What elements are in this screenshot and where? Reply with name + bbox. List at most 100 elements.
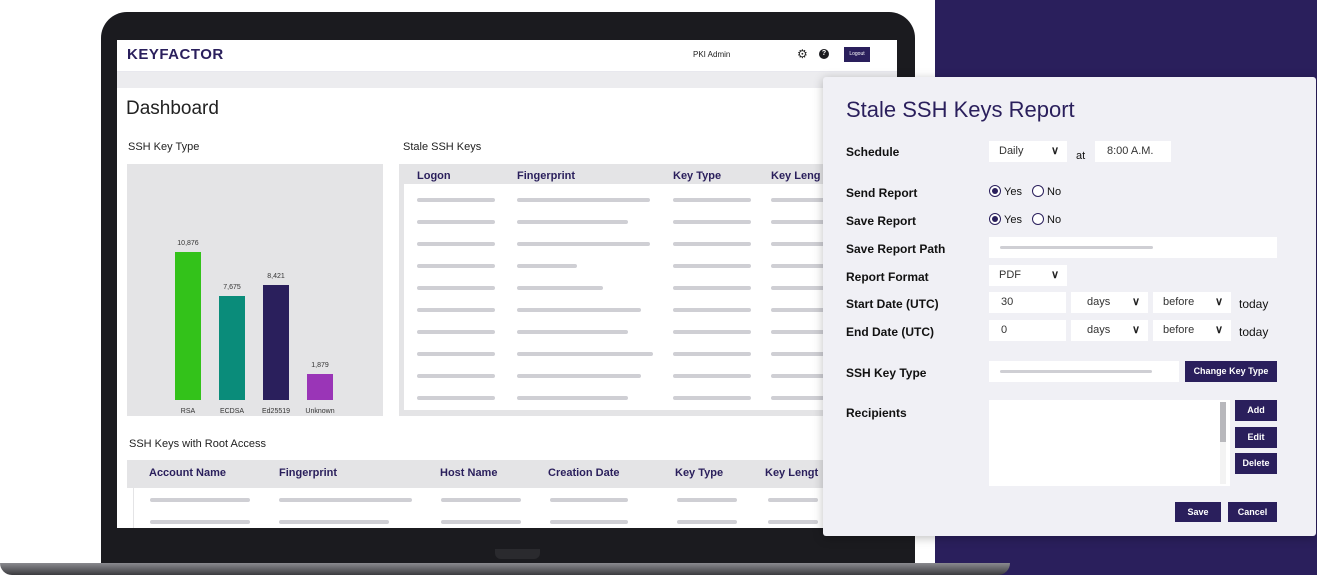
placeholder-cell — [771, 264, 831, 268]
end-relation-select[interactable]: before ∨ — [1153, 320, 1231, 341]
placeholder-cell — [673, 352, 751, 356]
placeholder-cell — [771, 374, 831, 378]
delete-button[interactable]: Delete — [1235, 453, 1277, 474]
radio-label: No — [1047, 214, 1062, 226]
save-report-no-radio[interactable]: No — [1032, 213, 1061, 226]
placeholder-line — [1000, 370, 1152, 373]
placeholder-cell — [417, 352, 495, 356]
user-name[interactable]: PKI Admin — [693, 50, 730, 59]
placeholder-cell — [441, 520, 521, 524]
recipients-label: Recipients — [846, 406, 907, 420]
placeholder-cell — [768, 498, 818, 502]
radio-selected-icon — [989, 185, 1001, 197]
save-path-input[interactable] — [989, 237, 1277, 258]
save-path-label: Save Report Path — [846, 242, 946, 256]
start-relation-select[interactable]: before ∨ — [1153, 292, 1231, 313]
relation-value: before — [1163, 296, 1195, 308]
end-date-input[interactable]: 0 — [989, 320, 1066, 341]
save-button[interactable]: Save — [1175, 502, 1221, 522]
send-report-no-radio[interactable]: No — [1032, 185, 1061, 198]
placeholder-cell — [517, 374, 641, 378]
laptop-notch — [495, 549, 540, 559]
placeholder-cell — [417, 374, 495, 378]
placeholder-cell — [673, 396, 751, 400]
placeholder-cell — [771, 220, 831, 224]
gear-icon[interactable]: ⚙ — [797, 47, 808, 61]
chevron-down-icon: ∨ — [1131, 296, 1140, 308]
placeholder-cell — [673, 374, 751, 378]
radio-icon — [1032, 185, 1044, 197]
scrollbar-thumb[interactable] — [1220, 402, 1226, 442]
add-button[interactable]: Add — [1235, 400, 1277, 421]
placeholder-cell — [417, 220, 495, 224]
placeholder-cell — [771, 198, 831, 202]
bar-value-label: 10,876 — [177, 240, 199, 247]
placeholder-cell — [771, 286, 831, 290]
start-unit-select[interactable]: days ∨ — [1071, 292, 1148, 313]
start-date-label: Start Date (UTC) — [846, 297, 939, 311]
laptop-screen: KEYFACTOR PKI Admin ⚙ ? Logout Dashboard… — [117, 40, 897, 528]
column-header[interactable]: Fingerprint — [517, 170, 575, 182]
end-unit-select[interactable]: days ∨ — [1071, 320, 1148, 341]
help-icon[interactable]: ? — [819, 49, 829, 59]
end-date-label: End Date (UTC) — [846, 325, 934, 339]
placeholder-cell — [279, 520, 389, 524]
top-bar: KEYFACTOR PKI Admin ⚙ ? Logout — [117, 40, 897, 72]
schedule-select[interactable]: Daily ∨ — [989, 141, 1067, 162]
column-header[interactable]: Logon — [417, 170, 451, 182]
send-report-yes-radio[interactable]: Yes — [989, 185, 1022, 198]
placeholder-cell — [673, 198, 751, 202]
cancel-button[interactable]: Cancel — [1228, 502, 1277, 522]
today-label: today — [1239, 297, 1269, 311]
logout-button[interactable]: Logout — [844, 47, 870, 62]
placeholder-cell — [673, 242, 751, 246]
page: KEYFACTOR PKI Admin ⚙ ? Logout Dashboard… — [0, 0, 1317, 575]
page-title: Dashboard — [126, 98, 219, 119]
recipients-list[interactable] — [989, 400, 1230, 486]
placeholder-cell — [771, 352, 831, 356]
ssh-key-type-label: SSH Key Type — [846, 366, 927, 380]
scrollbar-track[interactable] — [1220, 402, 1226, 484]
report-dialog: Stale SSH Keys Report Schedule Daily ∨ a… — [823, 77, 1316, 536]
placeholder-cell — [673, 330, 751, 334]
root-access-table-body — [133, 488, 897, 528]
placeholder-cell — [673, 308, 751, 312]
placeholder-cell — [550, 520, 628, 524]
placeholder-cell — [771, 330, 831, 334]
report-format-select[interactable]: PDF ∨ — [989, 265, 1067, 286]
at-label: at — [1076, 150, 1086, 162]
chevron-down-icon: ∨ — [1131, 324, 1140, 336]
stale-keys-heading: Stale SSH Keys — [403, 141, 482, 153]
edit-button[interactable]: Edit — [1235, 427, 1277, 448]
placeholder-cell — [517, 264, 577, 268]
start-date-input[interactable]: 30 — [989, 292, 1066, 313]
bar-rsa — [175, 252, 201, 400]
column-header[interactable]: Host Name — [440, 467, 497, 479]
radio-label: Yes — [1004, 214, 1022, 226]
placeholder-cell — [417, 286, 495, 290]
column-header[interactable]: Creation Date — [548, 467, 620, 479]
placeholder-cell — [417, 396, 495, 400]
nav-bar — [117, 72, 897, 88]
save-report-yes-radio[interactable]: Yes — [989, 213, 1022, 226]
column-header[interactable]: Key Lengt — [765, 467, 818, 479]
relation-value: before — [1163, 324, 1195, 336]
bar-unknown — [307, 374, 333, 400]
column-header[interactable]: Key Leng — [771, 170, 821, 182]
column-header[interactable]: Fingerprint — [279, 467, 337, 479]
placeholder-cell — [417, 308, 495, 312]
change-key-type-button[interactable]: Change Key Type — [1185, 361, 1277, 382]
ssh-key-type-input[interactable] — [989, 361, 1179, 382]
time-input[interactable]: 8:00 A.M. — [1095, 141, 1171, 162]
brand-logo: KEYFACTOR — [127, 46, 224, 63]
placeholder-cell — [417, 264, 495, 268]
column-header[interactable]: Key Type — [673, 170, 721, 182]
placeholder-cell — [150, 498, 250, 502]
placeholder-cell — [279, 498, 412, 502]
column-header[interactable]: Account Name — [149, 467, 226, 479]
placeholder-cell — [441, 498, 521, 502]
placeholder-cell — [768, 520, 818, 524]
category-label: RSA — [180, 408, 196, 415]
column-header[interactable]: Key Type — [675, 467, 723, 479]
placeholder-cell — [677, 498, 737, 502]
